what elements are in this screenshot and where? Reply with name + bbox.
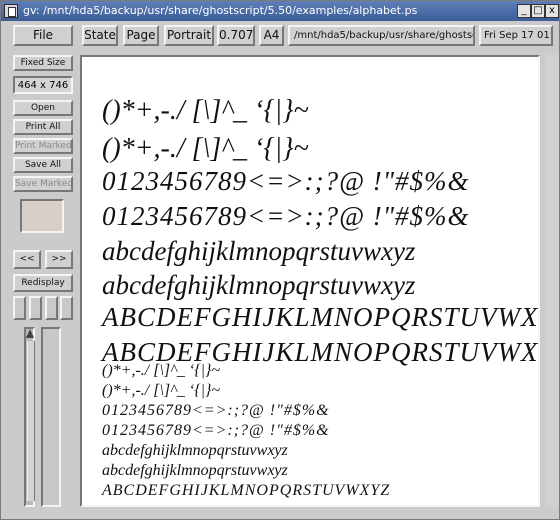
glyph-line: ()*+,-./ [\]^_ ‘{|}~ xyxy=(102,362,221,379)
save-marked-button[interactable]: Save Marked xyxy=(13,176,73,192)
page-list-scrollbar[interactable] xyxy=(24,327,35,507)
document-view[interactable]: ()*+,-./ [\]^_ ‘{|}~ ()*+,-./ [\]^_ ‘{|}… xyxy=(80,55,540,507)
print-marked-button[interactable]: Print Marked xyxy=(13,138,73,154)
fixed-size-button[interactable]: Fixed Size xyxy=(13,55,73,71)
page-list[interactable] xyxy=(41,327,61,507)
glyph-line: 0123456789<=>:;?@ !"#$%& xyxy=(102,402,330,419)
state-menu-button[interactable]: State xyxy=(82,25,118,46)
glyph-line: 0123456789<=>:;?@ !"#$%& xyxy=(102,166,470,196)
previous-page-button[interactable]: << xyxy=(13,250,41,269)
glyph-line: abcdefghijklmnopqrstuvwxyz xyxy=(102,462,288,479)
glyph-line: 0123456789<=>:;?@ !"#$%& xyxy=(102,422,330,439)
scale-button[interactable]: 0.707 xyxy=(217,25,255,46)
mark-toggle[interactable] xyxy=(13,296,26,320)
page-menu-button[interactable]: Page xyxy=(123,25,159,46)
file-menu-button[interactable]: File xyxy=(13,25,73,46)
scrollbar-thumb[interactable] xyxy=(27,341,35,501)
close-icon[interactable]: x xyxy=(545,4,559,18)
app-icon[interactable] xyxy=(4,4,18,18)
glyph-line: ()*+,-./ [\]^_ ‘{|}~ xyxy=(102,382,221,399)
scroll-up-icon[interactable] xyxy=(26,329,34,338)
minimize-icon[interactable]: _ xyxy=(517,4,531,18)
glyph-line: abcdefghijklmnopqrstuvwxyz xyxy=(102,236,416,266)
mark-toggle[interactable] xyxy=(29,296,42,320)
glyph-line: 0123456789<=>:;?@ !"#$%& xyxy=(102,201,470,231)
gv-window: gv: /mnt/hda5/backup/usr/share/ghostscri… xyxy=(0,0,560,520)
glyph-line: ()*+,-./ [\]^_ ‘{|}~ xyxy=(102,133,309,164)
page-thumbnail[interactable] xyxy=(20,199,64,233)
paper-size-button[interactable]: A4 xyxy=(259,25,284,46)
mark-toggle[interactable] xyxy=(45,296,58,320)
glyph-line: abcdefghijklmnopqrstuvwxyz xyxy=(102,270,416,300)
window-title: gv: /mnt/hda5/backup/usr/share/ghostscri… xyxy=(23,4,418,17)
mark-toggle[interactable] xyxy=(60,296,73,320)
right-scroll-area[interactable] xyxy=(545,55,559,507)
save-all-button[interactable]: Save All xyxy=(13,157,73,173)
glyph-line: abcdefghijklmnopqrstuvwxyz xyxy=(102,442,288,459)
document-path: /mnt/hda5/backup/usr/share/ghostscri xyxy=(288,25,475,46)
document-date: Fri Sep 17 01:... xyxy=(479,25,553,46)
page-dimensions: 464 x 746 xyxy=(13,76,73,94)
next-page-button[interactable]: >> xyxy=(45,250,73,269)
maximize-icon[interactable]: □ xyxy=(531,4,545,18)
orientation-button[interactable]: Portrait xyxy=(164,25,214,46)
glyph-line: ()*+,-./ [\]^_ ‘{|}~ xyxy=(102,95,309,126)
glyph-line: ABCDEFGHIJKLMNOPQRSTUVWXYZ xyxy=(102,302,540,332)
open-button[interactable]: Open xyxy=(13,100,73,116)
redisplay-button[interactable]: Redisplay xyxy=(13,274,73,292)
glyph-line: ABCDEFGHIJKLMNOPQRSTUVWXYZ xyxy=(102,482,391,499)
title-bar[interactable]: gv: /mnt/hda5/backup/usr/share/ghostscri… xyxy=(1,1,559,21)
print-all-button[interactable]: Print All xyxy=(13,119,73,135)
